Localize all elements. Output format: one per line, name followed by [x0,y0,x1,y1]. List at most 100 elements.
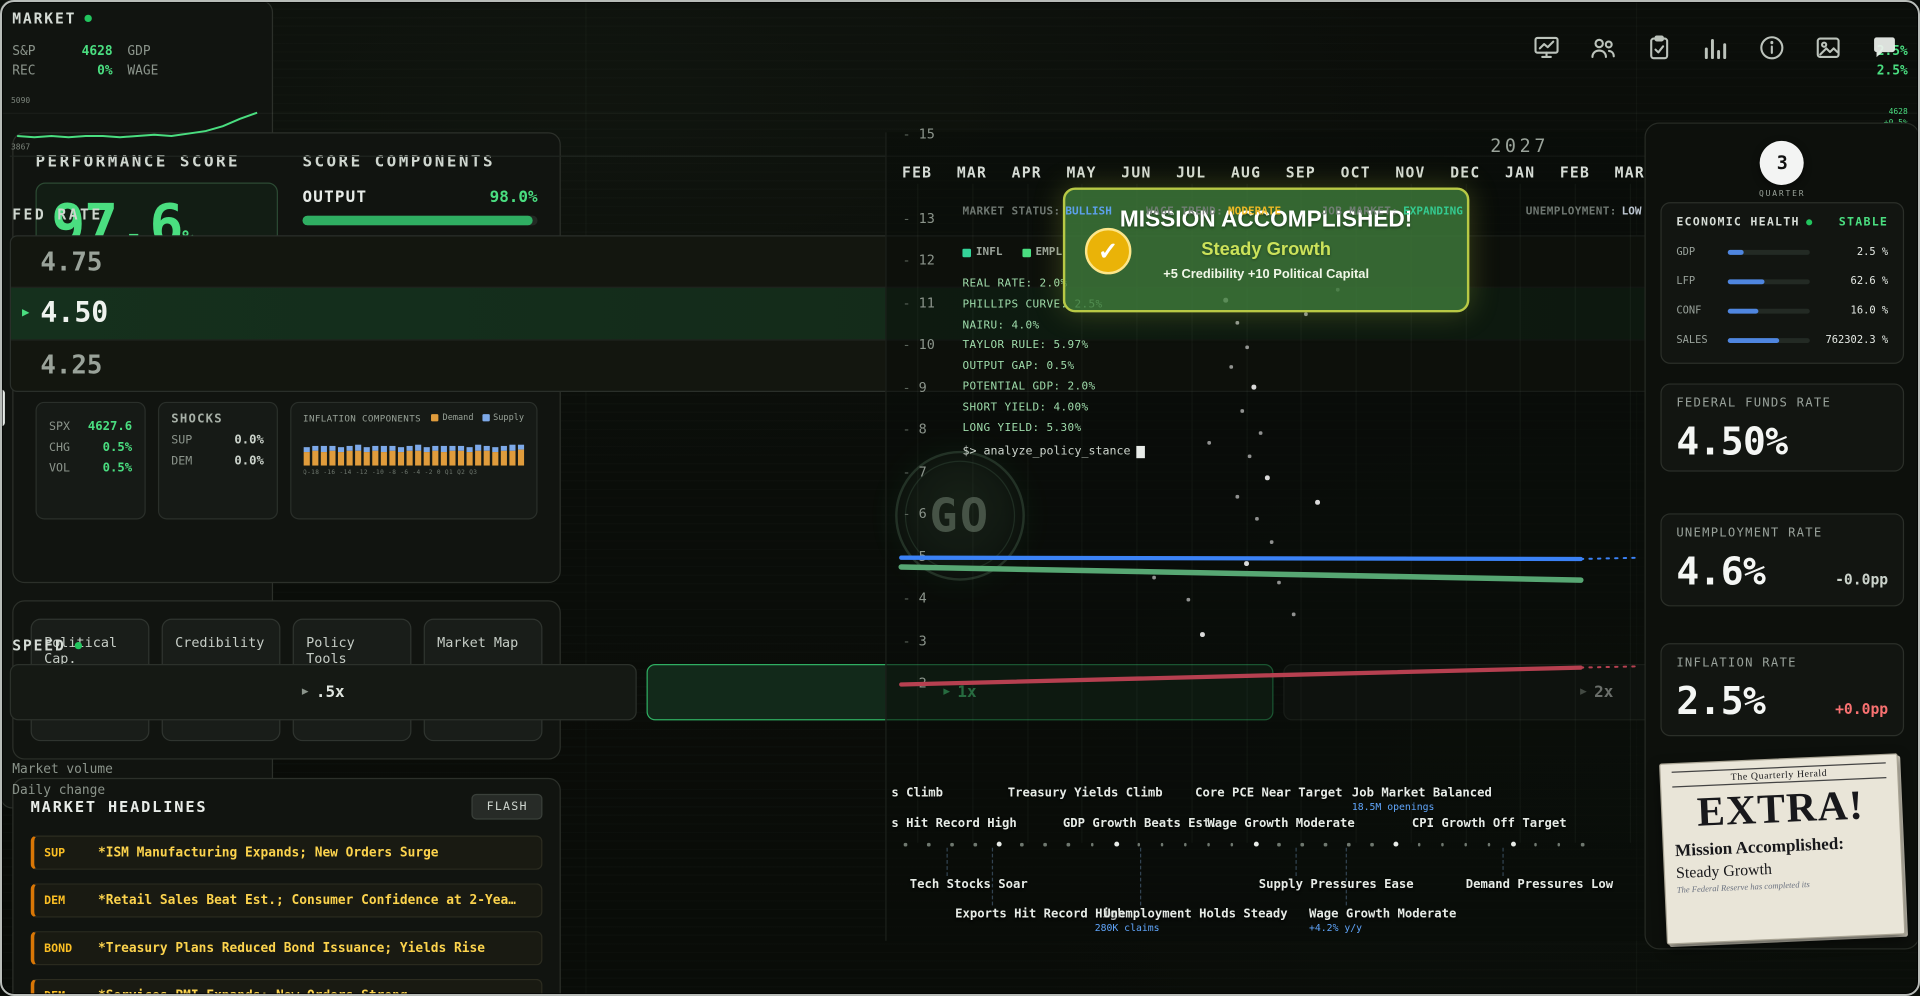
metric-label: CONF [1676,305,1718,317]
change-label: Daily change [12,783,105,798]
headline-item: BOND *Treasury Plans Reduced Bond Issuanc… [31,931,543,965]
metric-value: 2.5 % [1820,246,1889,258]
quarter-number: 3 [1760,141,1804,185]
chart-event-label: Tech Stocks Soar [910,878,1028,891]
newspaper-page: The Quarterly Herald EXTRA! Mission Acco… [1659,753,1905,945]
gdp-label: GDP [127,44,181,59]
clipboard-check-icon[interactable] [1644,33,1673,62]
chart-event-label: CPI Growth Off Target [1412,817,1567,830]
status-sidebar: 3 QUARTER ECONOMIC HEALTH STABLE GDP2.5 … [1644,123,1920,950]
metric-label: GDP [1676,246,1718,258]
particle-dot [1240,409,1243,412]
headline-item: DEM*Services PMI Expands; New Orders Str… [31,979,543,996]
market-headlines-panel: MARKET HEADLINES FLASH SUP*ISM Manufactu… [12,778,561,996]
terminal-prompt[interactable]: $> analyze_policy_stance [962,445,1145,458]
sp-label: S&P [12,44,54,59]
timeline-dot [1090,843,1093,846]
timeline-dot [1020,843,1023,846]
indicator-line: LONG YIELD: 5.30% [962,418,1102,439]
metric-value: 762302.3 % [1820,334,1889,346]
event-connector-line [992,848,993,906]
chart-event-label: Treasury Yields Climb [1008,787,1163,800]
economic-health-title: ECONOMIC HEALTH [1676,216,1812,229]
edge-scrollbar[interactable] [0,390,5,427]
headline-text: *ISM Manufacturing Expands; New Orders S… [98,845,439,860]
mission-banner[interactable]: MISSION ACCOMPLISHED! Steady Growth +5 C… [1063,187,1470,312]
event-sublabel: 280K claims [1095,922,1160,933]
inflation-rate-label: INFLATION RATE [1676,657,1888,670]
unemployment-delta: -0.0pp [1835,571,1888,588]
sup-value: 0.0% [234,433,264,446]
market-title-label: MARKET [12,10,76,27]
inflation-rate-delta: +0.0pp [1835,701,1888,718]
event-sublabel: 18.5M openings [1352,801,1435,812]
wage-label: WAGE [127,64,181,79]
output-progress-fill [302,216,532,226]
ffr-label: FEDERAL FUNDS RATE [1676,397,1888,410]
metric-label: SALES [1676,334,1718,346]
chat-icon[interactable] [1870,33,1899,62]
image-icon[interactable] [1813,33,1842,62]
timeline-dot [1581,843,1584,846]
newspaper[interactable]: The Quarterly Herald EXTRA! Mission Acco… [1663,758,1902,939]
headline-tag: DEM [44,989,88,996]
timeline-dot [1441,843,1444,846]
metric-bar-fill [1728,279,1765,284]
rec-value: 0% [54,64,127,79]
event-connector-line [1346,848,1347,906]
chart-event-label: Wage Growth Moderate [1309,908,1456,921]
particle-dot [1229,365,1232,368]
credibility-label: Credibility [175,635,267,651]
health-metrics: GDP2.5 %LFP62.6 %CONF16.0 %SALES762302.3… [1676,246,1888,346]
wage-value: 2.5% [181,64,1908,79]
unemployment-rate-box: UNEMPLOYMENT RATE 4.6% -0.0pp [1660,513,1904,606]
output-value: 98.0% [490,189,538,207]
particle-dot [1244,561,1248,565]
health-metric-row: CONF 16.0 % [1676,305,1888,317]
timeline-dot [1254,842,1259,847]
metric-bar [1728,309,1810,314]
timeline-dot [1371,843,1374,846]
flash-button[interactable]: FLASH [472,794,543,820]
legend-swatch-icon [962,248,971,257]
economic-health-title-label: ECONOMIC HEALTH [1676,216,1799,229]
timeline-dot [927,843,930,846]
users-icon[interactable] [1588,33,1617,62]
market-live-dot-icon [85,15,92,22]
market-title: MARKET [12,10,92,27]
headline-list: SUP*ISM Manufacturing Expands; New Order… [31,836,543,996]
speed-title: SPEED [12,637,81,654]
metric-bar-fill [1728,250,1744,255]
output-label: OUTPUT [302,189,367,207]
metric-bar [1728,338,1810,343]
chart-event-label: Job Market Balanced [1352,787,1492,800]
info-icon[interactable] [1757,33,1786,62]
event-connector-line [947,848,948,876]
particle-dot [1200,632,1204,636]
headline-tag: BOND [44,941,88,954]
particle-dot [1187,598,1190,601]
particle-dot [1152,576,1155,579]
timeline-dot [1487,843,1490,846]
health-dot-icon [1806,219,1812,225]
metric-bar-fill [1728,309,1759,314]
headline-text: *Treasury Plans Reduced Bond Issuance; Y… [98,941,485,956]
timeline-dot [950,843,953,846]
fed-rate-title: FED RATE [12,206,102,223]
unemployment-label: UNEMPLOYMENT RATE [1676,527,1888,540]
timeline-dot [1511,842,1516,847]
chart-legend: INFLEMPL [962,246,1062,258]
event-sublabel: +4.2% y/y [1309,922,1362,933]
market-map-label: Market Map [437,635,529,651]
spark-low-label: 3867 [11,142,30,152]
shocks-title: SHOCKS [171,412,264,425]
speed-half-button[interactable]: .5x [10,664,637,720]
metric-value: 16.0 % [1820,305,1889,317]
chart-event-label: Demand Pressures Low [1466,878,1613,891]
particle-dot [1251,385,1255,389]
particle-dot [1259,431,1262,434]
sparkline-chart [15,98,260,154]
bar-chart-icon[interactable] [1701,33,1730,62]
check-icon [1085,228,1132,275]
presentation-chart-icon[interactable] [1532,33,1561,62]
